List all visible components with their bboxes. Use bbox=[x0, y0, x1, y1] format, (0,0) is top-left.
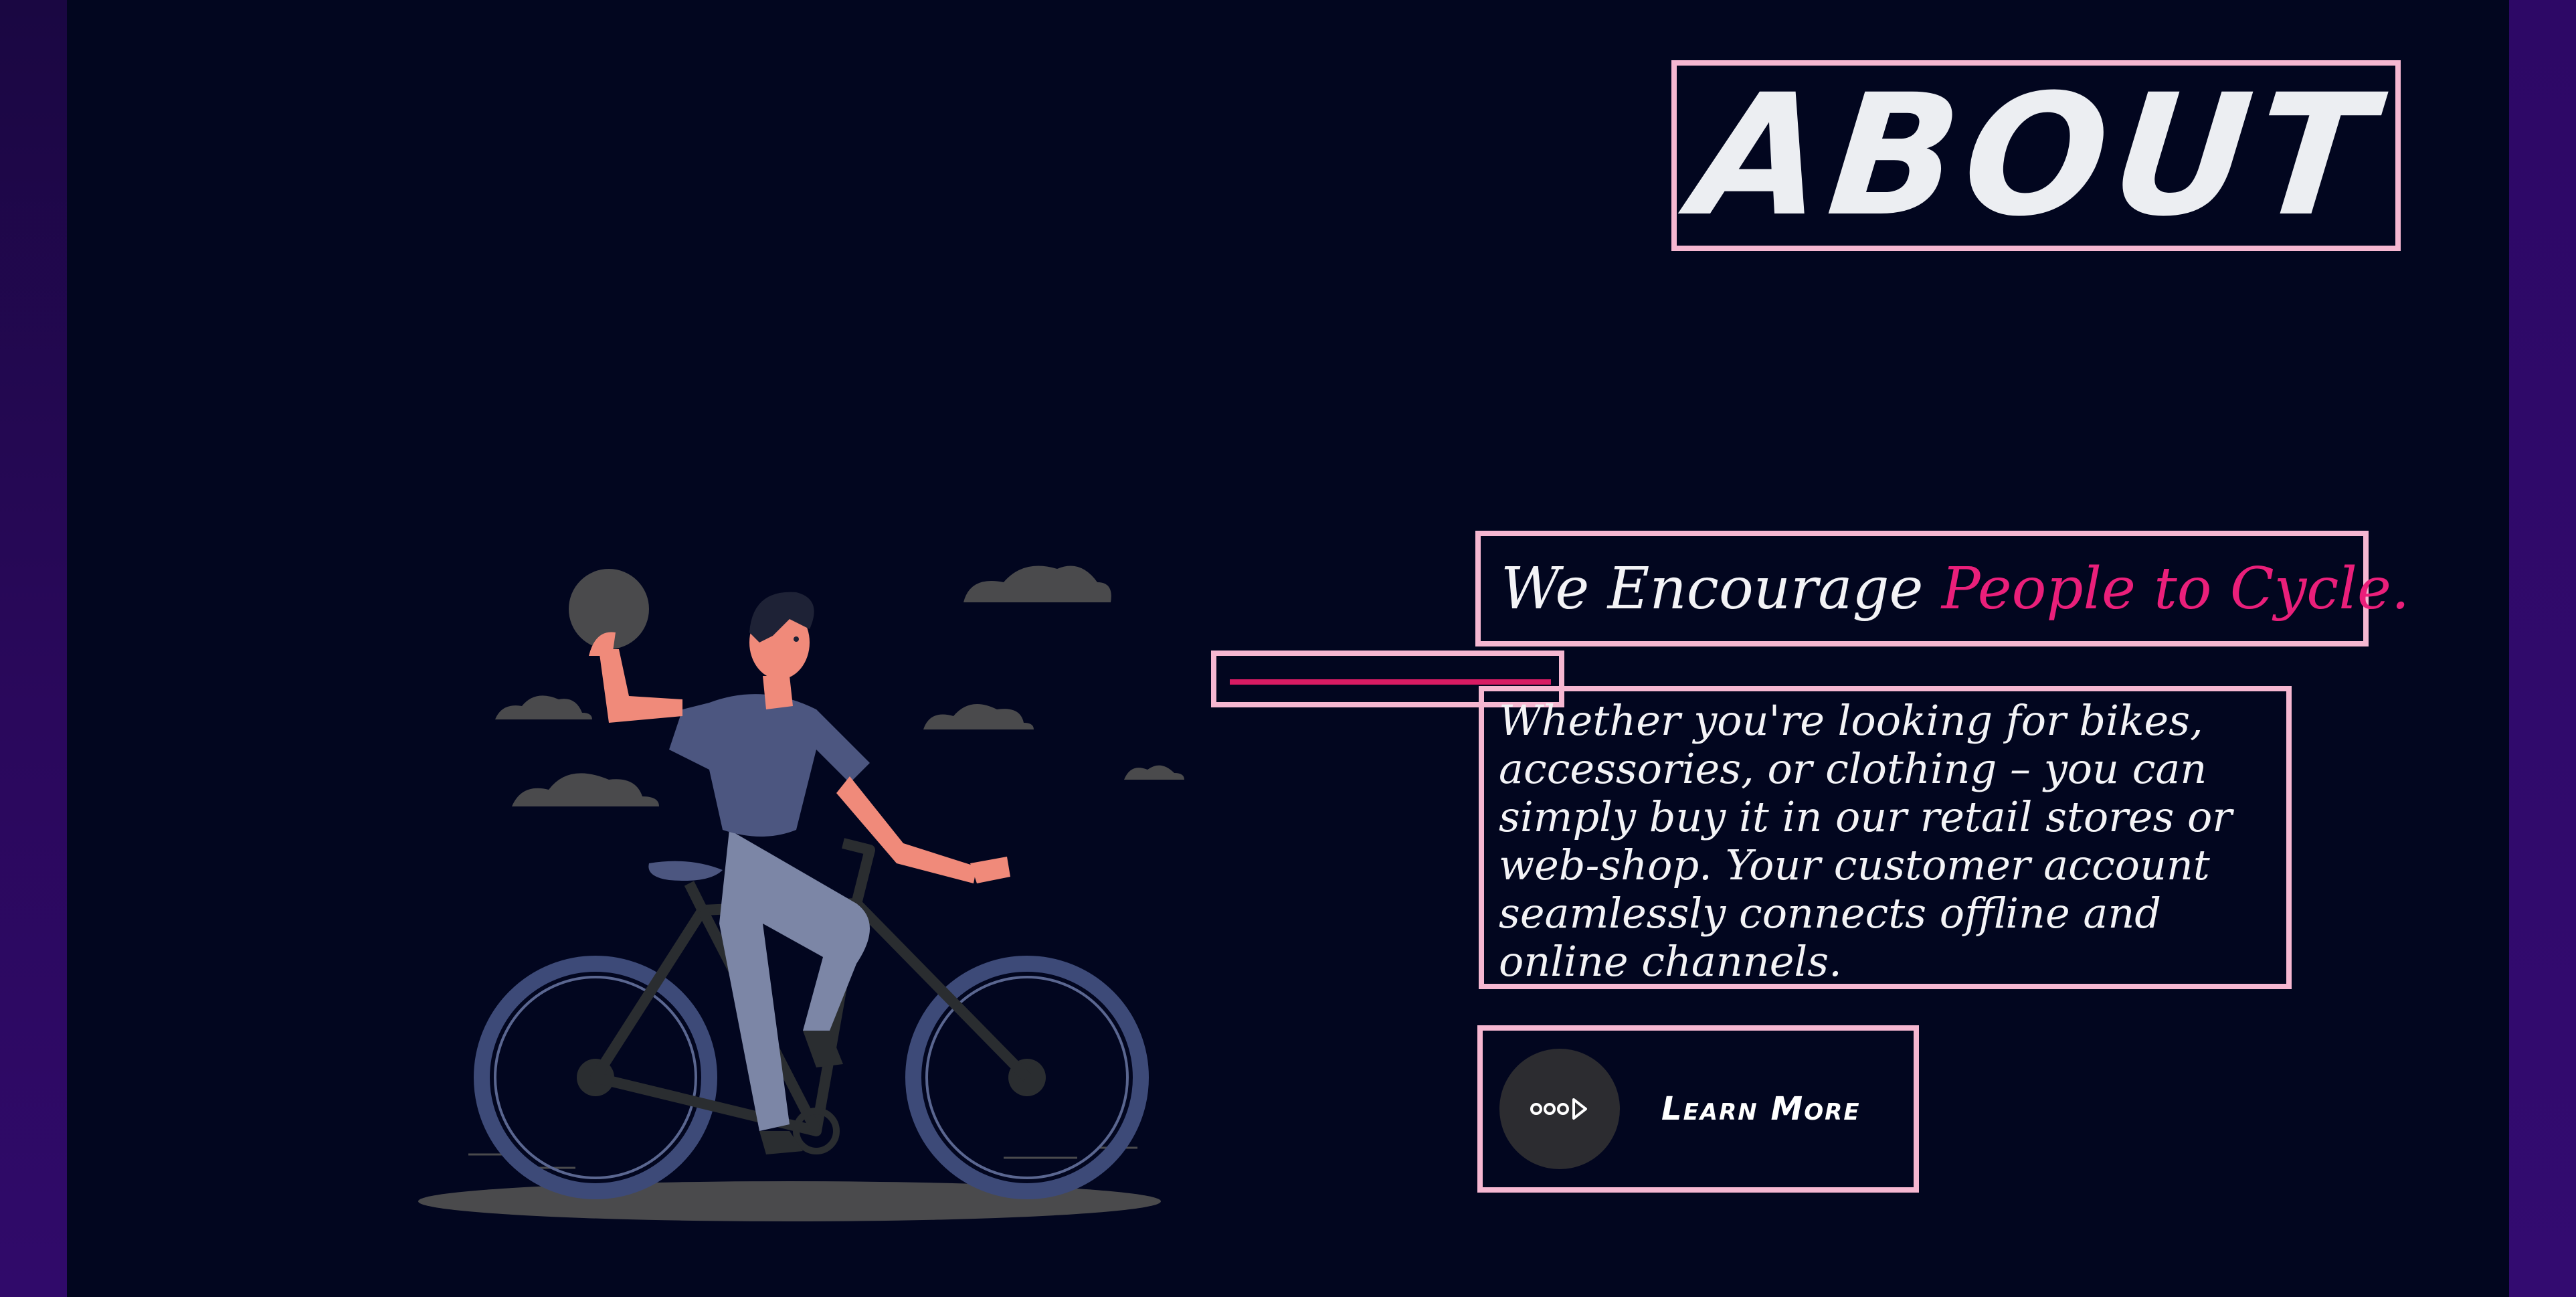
about-title-text: ABOUT bbox=[1684, 58, 2388, 253]
left-gutter bbox=[0, 0, 67, 1297]
cyclist-illustration bbox=[388, 549, 1245, 1234]
dots-arrow-icon bbox=[1499, 1049, 1620, 1169]
right-gutter bbox=[2509, 0, 2576, 1297]
tagline-accent: People to Cycle. bbox=[1941, 555, 2410, 622]
tagline-text: We Encourage People to Cycle. bbox=[1501, 555, 2409, 622]
description-text: Whether you're looking for bikes, access… bbox=[1499, 696, 2233, 986]
accent-underline bbox=[1230, 679, 1551, 685]
tagline-lead: We Encourage bbox=[1501, 555, 1924, 622]
description-box: Whether you're looking for bikes, access… bbox=[1479, 686, 2292, 989]
tagline: We Encourage People to Cycle. bbox=[1475, 531, 2409, 646]
about-section: ABOUT We Encourage People to Cycle. Whet… bbox=[67, 0, 2509, 1297]
learn-more-button[interactable]: Learn More bbox=[1477, 1025, 1919, 1193]
learn-more-label: Learn More bbox=[1661, 1090, 1861, 1128]
about-title: ABOUT bbox=[1671, 58, 2401, 253]
